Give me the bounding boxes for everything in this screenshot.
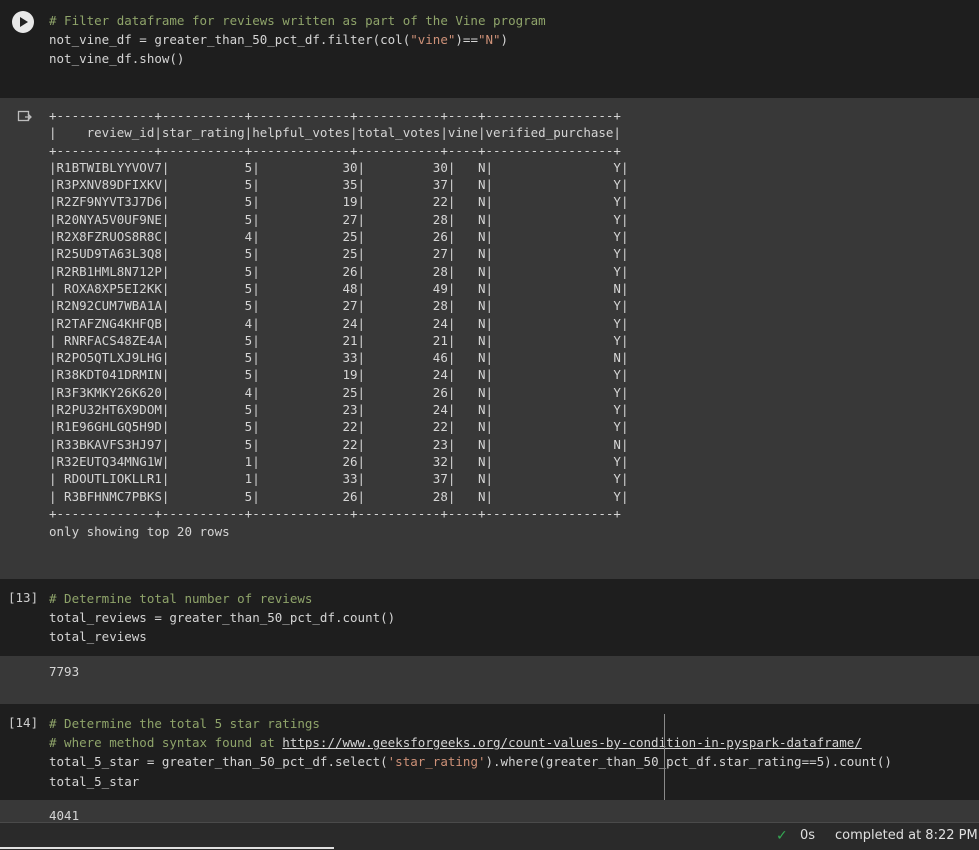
table-output-row: |R2RB1HML8N712P| 5| 26| 28| N| Y| [49,263,629,279]
output-footer: only showing top 20 rows [49,524,230,539]
table-output-row: +-------------+-----------+-------------… [49,108,621,123]
code-line: not_vine_df.show() [49,51,185,67]
code-comment: # Determine the total 5 star ratings [49,716,320,731]
execution-count: [13] [8,590,39,605]
run-cell-button[interactable] [12,11,34,33]
output-value: 7793 [49,664,80,679]
code-line: total_5_star [49,773,140,789]
table-output-row: |R2TAFZNG4KHFQB| 4| 24| 24| N| Y| [49,315,629,331]
code-editor[interactable]: # Determine total number of reviews tota… [49,589,395,647]
table-output-row: +-------------+-----------+-------------… [49,142,621,158]
table-output-row: | R3BFHNMC7PBKS| 5| 26| 28| N| Y| [49,488,629,504]
table-output-row: |R33BKAVFS3HJ97| 5| 22| 23| N| N| [49,436,629,452]
table-output-row: |R1BTWIBLYYVOV7| 5| 30| 30| N| Y| [49,159,629,175]
table-output-row: |R2X8FZRUOS8R8C| 4| 25| 26| N| Y| [49,229,629,245]
table-output-row: |R20NYA5V0UF9NE| 5| 27| 28| N| Y| [49,211,629,227]
code-cell-filter[interactable]: # Filter dataframe for reviews written a… [0,0,979,98]
code-editor[interactable]: # Determine the total 5 star ratings # w… [49,714,892,791]
editor-cursor [664,714,665,800]
code-line: total_reviews = greater_than_50_pct_df.c… [49,610,396,626]
code-cell-five-star[interactable]: [14] # Determine the total 5 star rating… [0,704,979,800]
table-output-row: +-------------+-----------+-------------… [49,505,621,521]
status-bar: ✓ 0s completed at 8:22 PM [0,822,979,850]
code-comment: # Determine total number of reviews [49,591,313,606]
execution-count: [14] [8,715,39,730]
table-output-row: |R38KDT041DRMIN| 5| 19| 24| N| Y| [49,367,629,383]
code-string: 'star_rating' [387,754,486,770]
table-output-row: | RDOUTLIOKLLR1| 1| 33| 37| N| Y| [49,471,629,487]
code-comment: # Filter dataframe for reviews written a… [49,13,546,28]
table-output-row: |R25UD9TA63L3Q8| 5| 25| 27| N| Y| [49,246,629,262]
table-output-row: |R3F3KMKY26K620| 4| 25| 26| N| Y| [49,384,629,400]
code-line: total_5_star = greater_than_50_pct_df.se… [49,754,388,770]
table-output-row: |R2N92CUM7WBA1A| 5| 27| 28| N| Y| [49,298,629,314]
table-output-row: |R32EUTQ34MNG1W| 1| 26| 32| N| Y| [49,453,629,469]
execution-time: 0s [800,828,816,843]
code-line: not_vine_df = greater_than_50_pct_df.fil… [49,32,509,48]
code-cell-total-reviews[interactable]: [13] # Determine total number of reviews… [0,579,979,656]
table-output-row: |R2PU32HT6X9DOM| 5| 23| 24| N| Y| [49,402,629,418]
code-line: total_reviews [49,629,147,645]
comment-link[interactable]: https://www.geeksforgeeks.org/count-valu… [282,735,861,750]
output-icon[interactable] [17,109,33,125]
table-output: +-------------+-----------+-------------… [49,107,628,522]
table-output-row: |R2ZF9NYVT3J7D6| 5| 19| 22| N| Y| [49,194,629,210]
output-value: 4041 [49,808,80,823]
code-editor[interactable]: # Filter dataframe for reviews written a… [49,11,546,69]
code-line: ).where(greater_than_50_pct_df.star_rati… [485,754,892,770]
code-comment: # where method syntax found at [49,735,283,751]
table-output-row: | RNRFACS48ZE4A| 5| 21| 21| N| Y| [49,332,629,348]
completed-status[interactable]: completed at 8:22 PM [835,828,978,843]
table-output-row: |R3PXNV89DFIXKV| 5| 35| 37| N| Y| [49,177,629,193]
table-output-row: | ROXA8XP5EI2KK| 5| 48| 49| N| N| [49,280,629,296]
check-icon: ✓ [776,828,788,844]
table-output-row: |R2PO5QTLXJ9LHG| 5| 33| 46| N| N| [49,350,629,366]
table-output-row: | review_id|star_rating|helpful_votes|to… [49,125,621,141]
table-output-row: |R1E96GHLGQ5H9D| 5| 22| 22| N| Y| [49,419,629,435]
